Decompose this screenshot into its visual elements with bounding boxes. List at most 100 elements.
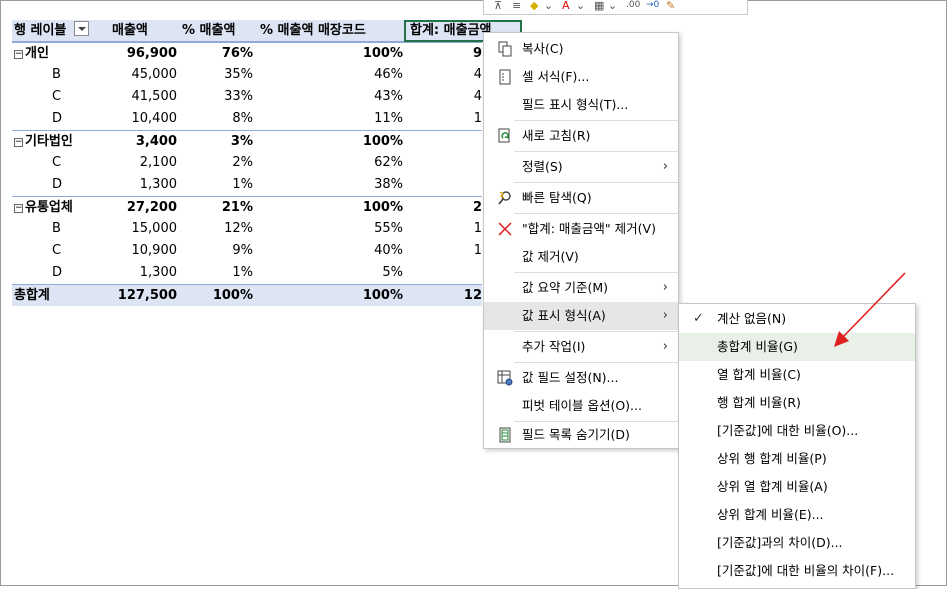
chevron-down-icon[interactable]: ⌄ xyxy=(544,0,553,12)
submenu-item-pct-column-total[interactable]: 열 합계 비율(C) xyxy=(679,361,915,389)
row-label-cell[interactable]: B xyxy=(14,218,109,240)
fill-color-icon[interactable]: ◆ xyxy=(530,0,538,12)
pct-sales-cell[interactable]: 1% xyxy=(177,174,253,196)
menu-item-remove-value[interactable]: 값 제거(V) xyxy=(484,243,678,271)
submenu-item-pct-parent-row[interactable]: 상위 행 합계 비율(P) xyxy=(679,445,915,473)
row-label-cell[interactable]: D xyxy=(14,262,109,284)
row-label-cell[interactable]: 총합계 xyxy=(14,285,109,307)
pct-sales-store-cell[interactable]: 100% xyxy=(253,285,403,307)
pct-sales-cell[interactable]: 33% xyxy=(177,86,253,108)
sales-cell[interactable]: 10,400 xyxy=(109,108,178,130)
sum-field-cell[interactable]: 9 xyxy=(405,43,482,65)
collapse-icon[interactable]: − xyxy=(14,204,23,213)
sales-cell[interactable]: 10,900 xyxy=(109,240,178,262)
row-label-header[interactable]: 행 레이블 xyxy=(14,20,109,42)
sum-field-cell[interactable] xyxy=(405,262,482,284)
font-color-icon[interactable]: A xyxy=(562,0,570,12)
submenu-item-pct-parent-total[interactable]: 상위 합계 비율(E)... xyxy=(679,501,915,529)
submenu-item-pct-row-total[interactable]: 행 합계 비율(R) xyxy=(679,389,915,417)
pct-sales-store-cell[interactable]: 62% xyxy=(253,152,403,174)
sum-field-cell[interactable]: 2 xyxy=(405,197,482,219)
sum-field-cell[interactable] xyxy=(405,152,482,174)
row-label-cell[interactable]: B xyxy=(14,64,109,86)
sum-field-cell[interactable]: 4 xyxy=(405,86,482,108)
format-painter-icon[interactable]: ✎ xyxy=(666,0,675,12)
pct-sales-store-cell[interactable]: 55% xyxy=(253,218,403,240)
sum-field-cell[interactable]: 1 xyxy=(405,218,482,240)
sales-cell[interactable]: 27,200 xyxy=(109,197,177,219)
row-label-cell[interactable]: − 개인 xyxy=(14,43,109,65)
sales-cell[interactable]: 1,300 xyxy=(109,262,177,284)
row-label-cell[interactable]: D xyxy=(14,108,109,130)
collapse-icon[interactable]: − xyxy=(14,138,23,147)
format-icon[interactable]: ⊼ xyxy=(494,0,502,12)
pct-sales-header[interactable]: % 매출액 xyxy=(182,20,258,42)
pct-sales-cell[interactable]: 3% xyxy=(177,131,253,153)
sum-field-cell[interactable]: 4 xyxy=(405,64,482,86)
pct-sales-cell[interactable]: 8% xyxy=(177,108,253,130)
pct-sales-cell[interactable]: 76% xyxy=(177,43,253,65)
pct-sales-store-cell[interactable]: 43% xyxy=(253,86,403,108)
menu-item-hide-field-list[interactable]: 필드 목록 숨기기(D) xyxy=(484,421,678,449)
sum-field-cell[interactable] xyxy=(405,174,482,196)
menu-item-value-field-settings[interactable]: 값 필드 설정(N)... xyxy=(484,364,678,392)
pct-sales-store-cell[interactable]: 100% xyxy=(253,43,403,65)
menu-item-more-actions[interactable]: 추가 작업(I) › xyxy=(484,333,678,361)
pct-sales-cell[interactable]: 1% xyxy=(177,262,253,284)
sales-cell[interactable]: 3,400 xyxy=(109,131,177,153)
row-label-cell[interactable]: C xyxy=(14,86,109,108)
submenu-item-pct-of-base[interactable]: [기준값]에 대한 비율(O)... xyxy=(679,417,915,445)
chevron-down-icon[interactable]: ⌄ xyxy=(576,0,585,12)
chevron-down-icon[interactable]: ⌄ xyxy=(608,0,617,12)
pct-sales-store-cell[interactable]: 40% xyxy=(253,240,403,262)
pct-sales-cell[interactable]: 35% xyxy=(177,64,253,86)
pct-sales-store-header[interactable]: % 매출액 매장코드 xyxy=(260,20,410,42)
pct-sales-store-cell[interactable]: 11% xyxy=(253,108,403,130)
row-label-cell[interactable]: D xyxy=(14,174,109,196)
menu-item-remove-field[interactable]: "합계: 매출금액" 제거(V) xyxy=(484,215,678,243)
row-label-filter-button[interactable] xyxy=(74,21,90,36)
pct-sales-store-cell[interactable]: 46% xyxy=(253,64,403,86)
sales-cell[interactable]: 96,900 xyxy=(109,43,177,65)
borders-icon[interactable]: ▦ xyxy=(594,0,604,12)
sales-cell[interactable]: 41,500 xyxy=(109,86,178,108)
pct-sales-cell[interactable]: 2% xyxy=(177,152,253,174)
menu-item-summarize-by[interactable]: 값 요약 기준(M) › xyxy=(484,274,678,302)
pct-sales-store-cell[interactable]: 5% xyxy=(253,262,403,284)
sum-field-cell[interactable] xyxy=(405,131,482,153)
menu-item-pivot-options[interactable]: 피벗 테이블 옵션(O)... xyxy=(484,392,678,420)
sum-field-cell[interactable]: 1 xyxy=(405,240,482,262)
collapse-icon[interactable]: − xyxy=(14,50,23,59)
increase-decimal-text[interactable]: →0 xyxy=(646,0,659,12)
pct-sales-store-cell[interactable]: 38% xyxy=(253,174,403,196)
pct-sales-cell[interactable]: 12% xyxy=(177,218,253,240)
submenu-item-no-calculation[interactable]: ✓ 계산 없음(N) xyxy=(679,305,915,333)
menu-item-refresh[interactable]: 새로 고침(R) xyxy=(484,122,678,150)
submenu-item-difference-from[interactable]: [기준값]과의 차이(D)... xyxy=(679,529,915,557)
pct-sales-cell[interactable]: 21% xyxy=(177,197,253,219)
menu-item-sort[interactable]: 정렬(S) › xyxy=(484,153,678,181)
decrease-decimal-text[interactable]: .00 xyxy=(626,0,640,12)
align-icon[interactable]: ≡ xyxy=(512,0,521,12)
menu-item-format-cells[interactable]: 셀 서식(F)... xyxy=(484,63,678,91)
sales-cell[interactable]: 15,000 xyxy=(109,218,178,240)
row-label-cell[interactable]: C xyxy=(14,152,109,174)
submenu-item-pct-parent-column[interactable]: 상위 열 합계 비율(A) xyxy=(679,473,915,501)
pct-sales-store-cell[interactable]: 100% xyxy=(253,197,403,219)
menu-item-copy[interactable]: 복사(C) xyxy=(484,35,678,63)
sales-cell[interactable]: 45,000 xyxy=(109,64,178,86)
row-label-cell[interactable]: C xyxy=(14,240,109,262)
pct-sales-store-cell[interactable]: 100% xyxy=(253,131,403,153)
row-label-cell[interactable]: − 기타법인 xyxy=(14,131,109,153)
submenu-item-pct-difference-from[interactable]: [기준값]에 대한 비율의 차이(F)... xyxy=(679,557,915,585)
pct-sales-cell[interactable]: 9% xyxy=(177,240,253,262)
submenu-item-pct-grand-total[interactable]: 총합계 비율(G) xyxy=(679,333,915,361)
sum-field-cell[interactable]: 12 xyxy=(405,285,482,307)
row-label-cell[interactable]: − 유통업체 xyxy=(14,197,109,219)
sales-cell[interactable]: 2,100 xyxy=(109,152,177,174)
menu-item-show-values-as[interactable]: 값 표시 형식(A) › xyxy=(484,302,678,330)
menu-item-quick-explore[interactable]: 빠른 탐색(Q) xyxy=(484,184,678,212)
menu-item-number-format[interactable]: 필드 표시 형식(T)... xyxy=(484,91,678,119)
sum-field-cell[interactable]: 1 xyxy=(405,108,482,130)
sales-cell[interactable]: 127,500 xyxy=(109,285,177,307)
